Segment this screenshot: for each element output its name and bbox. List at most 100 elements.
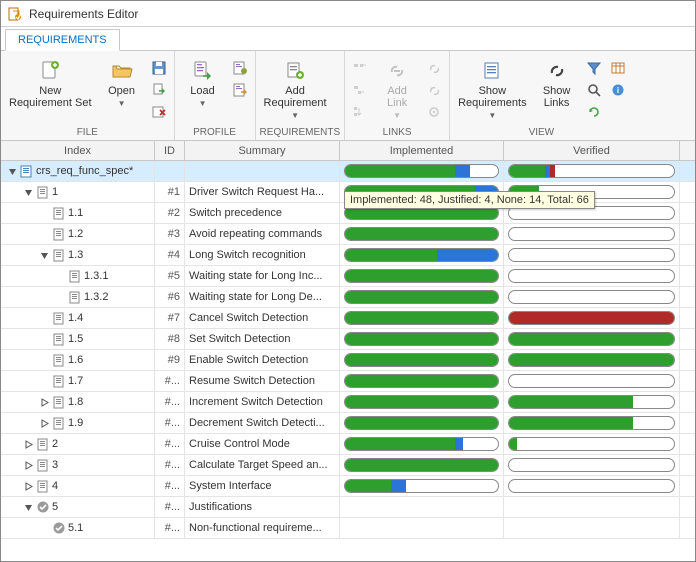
chevron-down-icon: ▼	[118, 99, 126, 108]
index-text: 1	[52, 186, 58, 198]
summary-cell: Decrement Switch Detecti...	[185, 413, 340, 433]
open-label: Open	[108, 85, 135, 97]
expander-icon	[55, 292, 66, 303]
expander-icon[interactable]	[7, 166, 18, 177]
group-profile-caption: PROFILE	[179, 126, 251, 140]
open-button[interactable]: Open ▼	[98, 57, 146, 110]
col-index[interactable]: Index	[1, 141, 155, 160]
refresh-button[interactable]	[583, 101, 605, 123]
show-req-label: ShowRequirements	[458, 85, 526, 109]
col-summary[interactable]: Summary	[185, 141, 340, 160]
new-requirement-set-label: NewRequirement Set	[9, 85, 92, 109]
expander-icon[interactable]	[23, 502, 34, 513]
expander-icon[interactable]	[39, 418, 50, 429]
titlebar: Requirements Editor	[1, 1, 695, 27]
table-row[interactable]: 1.3#4Long Switch recognition	[1, 245, 695, 266]
implemented-cell	[340, 392, 504, 412]
col-verified[interactable]: Verified	[504, 141, 680, 160]
index-text: 3	[52, 459, 58, 471]
search-button[interactable]	[583, 79, 605, 101]
id-cell: #...	[155, 392, 185, 412]
table-row[interactable]: 1.3.2#6Waiting state for Long De...	[1, 287, 695, 308]
ribbon: NewRequirement Set Open ▼	[1, 51, 695, 141]
expander-icon	[39, 355, 50, 366]
columns-button[interactable]	[607, 57, 629, 79]
table-row[interactable]: 5#...Justifications	[1, 497, 695, 518]
save-button[interactable]	[148, 57, 170, 79]
show-requirements-button[interactable]: ShowRequirements ▼	[454, 57, 530, 122]
table-row[interactable]: 3#...Calculate Target Speed an...	[1, 455, 695, 476]
svg-text:i: i	[616, 86, 618, 95]
profile-editor-button[interactable]	[229, 57, 251, 79]
import-button[interactable]	[148, 79, 170, 101]
table-row[interactable]: 1.4#7Cancel Switch Detection	[1, 308, 695, 329]
add-requirement-button[interactable]: AddRequirement ▼	[260, 57, 331, 122]
progress-bar	[344, 353, 499, 367]
table-row[interactable]: 1.6#9Enable Switch Detection	[1, 350, 695, 371]
implemented-cell	[340, 161, 504, 181]
progress-bar	[344, 458, 499, 472]
tabstrip: REQUIREMENTS	[1, 27, 695, 51]
table-row[interactable]: 1.2#3Avoid repeating commands	[1, 224, 695, 245]
progress-bar	[344, 269, 499, 283]
expander-icon[interactable]	[39, 397, 50, 408]
table-row[interactable]: 4#...System Interface	[1, 476, 695, 497]
group-requirements-caption: REQUIREMENTS	[260, 126, 341, 140]
id-cell: #2	[155, 203, 185, 223]
id-cell: #...	[155, 518, 185, 538]
filter-button[interactable]	[583, 57, 605, 79]
implemented-cell	[340, 287, 504, 307]
close-button[interactable]	[148, 101, 170, 123]
index-text: 1.1	[68, 207, 83, 219]
req-icon	[68, 290, 82, 304]
progress-bar	[344, 479, 499, 493]
progress-bar	[344, 227, 499, 241]
summary-cell: Increment Switch Detection	[185, 392, 340, 412]
expander-icon	[39, 313, 50, 324]
table-row[interactable]: 1.3.1#5Waiting state for Long Inc...	[1, 266, 695, 287]
group-file-caption: FILE	[5, 126, 170, 140]
expander-icon[interactable]	[39, 250, 50, 261]
table-row[interactable]: crs_req_func_spec*	[1, 161, 695, 182]
table-row[interactable]: 1.5#8Set Switch Detection	[1, 329, 695, 350]
expander-icon[interactable]	[23, 481, 34, 492]
add-link-label: AddLink	[387, 85, 407, 109]
ribbon-group-links: AddLink ▼ LINKS	[345, 51, 450, 140]
summary-cell: Cruise Control Mode	[185, 434, 340, 454]
progress-bar	[344, 332, 499, 346]
id-cell: #1	[155, 182, 185, 202]
new-requirement-set-button[interactable]: NewRequirement Set	[5, 57, 96, 111]
verified-cell	[504, 413, 680, 433]
id-cell: #8	[155, 329, 185, 349]
table-row[interactable]: 1.7#...Resume Switch Detection	[1, 371, 695, 392]
show-links-button[interactable]: ShowLinks	[533, 57, 581, 111]
col-implemented[interactable]: Implemented	[340, 141, 504, 160]
new-file-icon	[38, 59, 62, 83]
col-id[interactable]: ID	[155, 141, 185, 160]
expander-icon[interactable]	[23, 460, 34, 471]
index-text: 5.1	[68, 522, 83, 534]
expander-icon[interactable]	[23, 439, 34, 450]
table-row[interactable]: 2#...Cruise Control Mode	[1, 434, 695, 455]
table-row[interactable]: 5.1#...Non-functional requireme...	[1, 518, 695, 539]
summary-cell: Waiting state for Long De...	[185, 287, 340, 307]
add-req-label: AddRequirement	[264, 85, 327, 109]
tab-requirements[interactable]: REQUIREMENTS	[5, 29, 120, 51]
progress-bar	[508, 353, 675, 367]
summary-cell: Driver Switch Request Ha...	[185, 182, 340, 202]
table-body[interactable]: crs_req_func_spec* 1 #1Driver Switch Reque…	[1, 161, 695, 561]
ribbon-group-profile: Load ▼ PROFILE	[175, 51, 256, 140]
expander-icon[interactable]	[23, 187, 34, 198]
open-folder-icon	[110, 59, 134, 83]
id-cell: #6	[155, 287, 185, 307]
req-icon	[52, 248, 66, 262]
index-text: 1.7	[68, 375, 83, 387]
profile-export-button[interactable]	[229, 79, 251, 101]
verified-cell	[504, 497, 680, 517]
demote-button	[349, 79, 371, 101]
table-row[interactable]: 1.9#...Decrement Switch Detecti...	[1, 413, 695, 434]
id-cell: #5	[155, 266, 185, 286]
load-button[interactable]: Load ▼	[179, 57, 227, 110]
table-row[interactable]: 1.8#...Increment Switch Detection	[1, 392, 695, 413]
info-button[interactable]: i	[607, 79, 629, 101]
